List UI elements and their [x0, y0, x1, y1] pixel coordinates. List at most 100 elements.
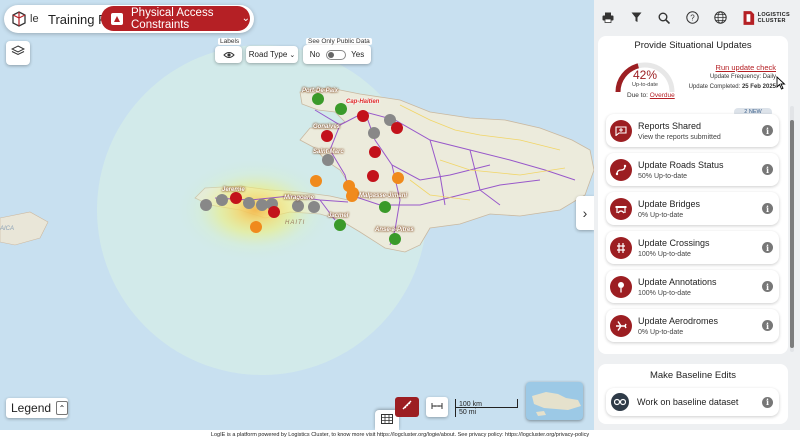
place-label-anse-a-pitres: Anse-a-Pitres	[375, 227, 414, 233]
logo-label: le	[30, 13, 39, 25]
item-title: Update Aerodromes	[638, 315, 719, 326]
pin-icon	[610, 275, 632, 298]
coordinates-button[interactable]	[426, 397, 448, 417]
scale-km: 100 km	[459, 401, 482, 408]
toggle-no-label: No	[309, 50, 321, 59]
place-label-gonaives: Gonaives	[313, 124, 341, 130]
info-icon[interactable]: i	[762, 164, 773, 175]
progress-gauge: 42% Up-to-date	[612, 56, 678, 96]
baseline-item-label: Work on baseline dataset	[637, 397, 739, 407]
item-subtitle: 100% Up-to-date	[638, 250, 691, 258]
search-icon[interactable]	[650, 8, 678, 28]
place-label-saint-marc: Saint-Marc	[313, 149, 344, 155]
labels-toggle-button[interactable]	[215, 46, 242, 63]
place-label-cap-haitien: Cap-Haitien	[346, 99, 380, 105]
ruler-icon	[401, 398, 413, 416]
cluster-logo-icon	[743, 11, 755, 25]
update-crossings-item[interactable]: Update Crossings 100% Up-to-date i	[606, 231, 779, 264]
layers-button[interactable]	[6, 41, 30, 65]
chevron-up-icon: ⌃	[56, 401, 68, 415]
bridge-icon	[610, 197, 632, 220]
item-subtitle: 50% Up-to-date	[638, 172, 688, 180]
place-label-port-de-paix: Port-De-Paix	[302, 88, 339, 94]
plane-icon	[610, 314, 632, 337]
item-title: Update Roads Status	[638, 159, 724, 170]
binoculars-icon	[611, 393, 629, 411]
place-label-jacmel: Jacmel	[328, 213, 349, 219]
info-icon[interactable]: i	[762, 320, 773, 331]
item-subtitle: 100% Up-to-date	[638, 289, 691, 297]
work-on-baseline-item[interactable]: Work on baseline dataset i	[606, 388, 779, 416]
logistics-cluster-logo: LOGISTICS CLUSTER	[742, 5, 790, 31]
constraints-icon	[109, 11, 125, 27]
public-data-switch[interactable]	[325, 49, 346, 60]
info-icon[interactable]: i	[762, 281, 773, 292]
public-data-toggle[interactable]: No Yes	[303, 45, 371, 64]
filter-icon[interactable]	[622, 8, 650, 28]
scale-mi: 50 mi	[459, 409, 477, 416]
scale-bar: 100 km 50 mi	[455, 398, 521, 418]
brand-line1: LOGISTICS	[757, 11, 790, 18]
road-type-label: Road Type	[248, 50, 288, 59]
gauge-subtitle: Up-to-date	[632, 82, 658, 88]
baseline-title: Make Baseline Edits	[649, 370, 737, 381]
item-subtitle: 0% Up-to-date	[638, 211, 684, 219]
place-label-jeremie: Jeremie	[222, 187, 245, 193]
right-panel: ? LOGISTICS CLUSTER Provide Situational …	[594, 0, 800, 430]
item-subtitle: 0% Up-to-date	[638, 328, 684, 336]
legend-button[interactable]: Legend ⌃	[6, 398, 68, 418]
gauge-percent: 42%	[632, 68, 658, 82]
physical-access-constraints-button[interactable]: Physical Access Constraints ⌄	[101, 6, 250, 31]
crossing-icon	[610, 236, 632, 259]
info-icon[interactable]: i	[762, 396, 773, 408]
place-label-miragoane: Miragoane	[284, 195, 315, 201]
item-subtitle: View the reports submitted	[638, 133, 721, 141]
info-icon[interactable]: i	[762, 242, 773, 253]
item-title: Update Bridges	[638, 198, 701, 209]
overdue-link[interactable]: Overdue	[650, 92, 675, 99]
update-aerodromes-item[interactable]: Update Aerodromes 0% Up-to-date i	[606, 309, 779, 342]
update-roads-status-item[interactable]: Update Roads Status 50% Up-to-date i	[606, 153, 779, 186]
print-icon[interactable]	[594, 8, 622, 28]
coordinates-icon	[431, 398, 443, 416]
legend-label: Legend	[11, 401, 52, 415]
panel-scrollbar-thumb[interactable]	[790, 120, 794, 348]
update-annotations-item[interactable]: Update Annotations 100% Up-to-date i	[606, 270, 779, 303]
completed-date: 25 Feb 2025	[741, 84, 776, 90]
measure-button[interactable]	[395, 397, 419, 417]
info-icon[interactable]: i	[762, 125, 773, 136]
logie-logo-icon[interactable]	[8, 8, 30, 30]
svg-text:?: ?	[690, 14, 695, 23]
completed-label: Update Completed:	[688, 84, 741, 90]
chevron-right-icon: ›	[582, 205, 588, 221]
help-icon[interactable]: ?	[678, 8, 706, 28]
update-completed: Update Completed: 25 Feb 2025	[689, 84, 776, 90]
reports-shared-item[interactable]: Reports Shared View the reports submitted…	[606, 114, 779, 147]
chevron-down-icon: ⌄	[289, 51, 296, 59]
country-label-jamaica: AICA	[0, 226, 15, 232]
eye-icon	[222, 46, 235, 64]
info-icon[interactable]: i	[762, 203, 773, 214]
due-status: Due to: Overdue	[627, 92, 675, 99]
situational-title: Provide Situational Updates	[634, 40, 752, 51]
country-label-haiti: HAITI	[285, 220, 306, 226]
brand-line2: CLUSTER	[757, 18, 786, 24]
item-title: Reports Shared	[638, 120, 702, 131]
map-canvas[interactable]: Port-De-Paix Cap-Haitien Gonaives Saint-…	[0, 0, 594, 430]
public-data-caption: See Only Public Data	[306, 38, 372, 45]
road-icon	[610, 158, 632, 181]
globe-icon[interactable]	[706, 8, 734, 28]
chevron-down-icon: ⌄	[241, 13, 250, 24]
constraints-label: Physical Access Constraints	[131, 6, 214, 31]
table-icon	[381, 411, 393, 429]
footer-text: LogIE is a platform powered by Logistics…	[0, 430, 800, 440]
markers-layer	[200, 93, 404, 245]
mouse-cursor-icon	[776, 76, 786, 90]
update-bridges-item[interactable]: Update Bridges 0% Up-to-date i	[606, 192, 779, 225]
overview-map[interactable]	[526, 382, 583, 420]
road-type-dropdown[interactable]: Road Type ⌄	[246, 46, 298, 63]
run-update-check-link[interactable]: Run update check	[716, 63, 776, 72]
baseline-edits-card: Make Baseline Edits Work on baseline dat…	[598, 364, 788, 424]
layers-icon	[10, 44, 26, 63]
expand-panel-button[interactable]: ›	[576, 196, 594, 230]
